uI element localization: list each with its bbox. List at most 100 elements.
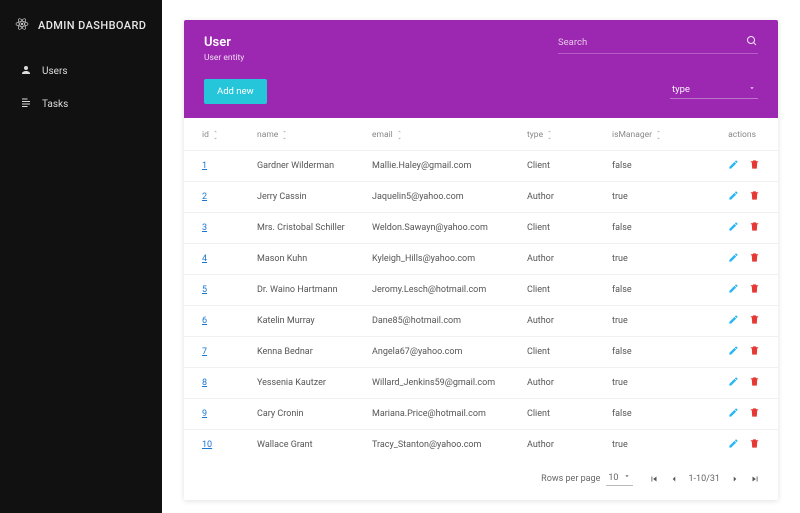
edit-icon[interactable] (728, 221, 739, 235)
id-link[interactable]: 7 (202, 347, 207, 357)
cell-id: 1 (202, 161, 257, 171)
cell-name: Kenna Bednar (257, 347, 372, 357)
edit-icon[interactable] (728, 252, 739, 266)
user-icon (20, 64, 32, 79)
id-link[interactable]: 4 (202, 254, 207, 264)
table-body: 1 Gardner WildermanMallie.Haley@gmail.com… (184, 150, 778, 460)
id-link[interactable]: 3 (202, 223, 207, 233)
edit-icon[interactable] (728, 345, 739, 359)
cell-name: Mrs. Cristobal Schiller (257, 223, 372, 233)
th-type[interactable]: type (527, 128, 612, 142)
rpp-select[interactable]: 10 (606, 472, 632, 486)
cell-name: Cary Cronin (257, 409, 372, 419)
cell-email: Willard_Jenkins59@gmail.com (372, 378, 527, 388)
sort-icon (281, 128, 288, 142)
cell-type: Client (527, 285, 612, 295)
delete-icon[interactable] (749, 159, 760, 173)
prev-page-button[interactable] (669, 474, 679, 484)
table-row: 5Dr. Waino HartmannJeromy.Lesch@hotmail.… (184, 274, 778, 305)
chevron-down-icon (623, 472, 631, 483)
search-input[interactable] (558, 35, 736, 50)
table-row: 7Kenna BednarAngela67@yahoo.comClientfal… (184, 336, 778, 367)
th-name[interactable]: name (257, 128, 372, 142)
id-link[interactable]: 5 (202, 285, 207, 295)
cell-ismanager: false (612, 161, 697, 171)
nav-item-label: Users (42, 66, 68, 77)
id-link[interactable]: 2 (202, 192, 207, 202)
type-filter-dropdown[interactable]: type (670, 84, 758, 99)
delete-icon[interactable] (749, 345, 760, 359)
cell-email: Weldon.Sawayn@yahoo.com (372, 223, 527, 233)
header-titles: User User entity (204, 35, 244, 63)
add-new-button[interactable]: Add new (204, 79, 267, 104)
card-header: User User entity Add new type (184, 20, 778, 118)
delete-icon[interactable] (749, 314, 760, 328)
delete-icon[interactable] (749, 190, 760, 204)
delete-icon[interactable] (749, 283, 760, 297)
table-row: 3 Mrs. Cristobal SchillerWeldon.Sawayn@ya… (184, 212, 778, 243)
nav-item-tasks[interactable]: Tasks (0, 88, 162, 121)
edit-icon[interactable] (728, 407, 739, 421)
brand: ADMIN DASHBOARD (0, 6, 162, 49)
sort-icon (546, 128, 553, 142)
id-link[interactable]: 9 (202, 409, 207, 419)
edit-icon[interactable] (728, 376, 739, 390)
cell-actions (697, 159, 760, 173)
rows-per-page: Rows per page 10 (541, 472, 632, 486)
cell-actions (697, 345, 760, 359)
page-subtitle: User entity (204, 53, 244, 63)
chevron-down-icon (748, 84, 756, 95)
cell-type: Author (527, 440, 612, 450)
cell-id: 9 (202, 409, 257, 419)
cell-actions (697, 221, 760, 235)
id-link[interactable]: 6 (202, 316, 207, 326)
table-header: id name email type isManager actions (184, 118, 778, 150)
last-page-button[interactable] (750, 474, 760, 484)
sort-icon (396, 128, 403, 142)
cell-email: Dane85@hotmail.com (372, 316, 527, 326)
card: User User entity Add new type (184, 20, 778, 500)
edit-icon[interactable] (728, 159, 739, 173)
page-range: 1-10/31 (689, 474, 721, 484)
table-row: 9Cary CroninMariana.Price@hotmail.comCli… (184, 398, 778, 429)
cell-ismanager: true (612, 316, 697, 326)
cell-email: Mallie.Haley@gmail.com (372, 161, 527, 171)
id-link[interactable]: 1 (202, 161, 207, 171)
type-filter-label: type (672, 84, 690, 95)
edit-icon[interactable] (728, 314, 739, 328)
th-email[interactable]: email (372, 128, 527, 142)
cell-ismanager: false (612, 347, 697, 357)
cell-type: Author (527, 254, 612, 264)
edit-icon[interactable] (728, 283, 739, 297)
page-title: User (204, 35, 244, 50)
id-link[interactable]: 10 (202, 440, 212, 450)
cell-ismanager: true (612, 440, 697, 450)
cell-type: Author (527, 192, 612, 202)
search-field[interactable] (558, 35, 758, 54)
sort-icon (655, 128, 662, 142)
delete-icon[interactable] (749, 376, 760, 390)
nav: Users Tasks (0, 49, 162, 127)
cell-actions (697, 314, 760, 328)
delete-icon[interactable] (749, 252, 760, 266)
th-id[interactable]: id (202, 128, 257, 142)
cell-name: Gardner Wilderman (257, 161, 372, 171)
table-row: 8 Yessenia KautzerWillard_Jenkins59@gmail… (184, 367, 778, 398)
cell-id: 5 (202, 285, 257, 295)
delete-icon[interactable] (749, 438, 760, 452)
next-page-button[interactable] (730, 474, 740, 484)
brand-title: ADMIN DASHBOARD (38, 19, 146, 32)
th-ismanager[interactable]: isManager (612, 128, 697, 142)
first-page-button[interactable] (649, 474, 659, 484)
sidebar: ADMIN DASHBOARD Users Tasks (0, 0, 162, 513)
id-link[interactable]: 8 (202, 378, 207, 388)
delete-icon[interactable] (749, 221, 760, 235)
cell-name: Yessenia Kautzer (257, 378, 372, 388)
delete-icon[interactable] (749, 407, 760, 421)
cell-ismanager: true (612, 192, 697, 202)
edit-icon[interactable] (728, 438, 739, 452)
cell-id: 4 (202, 254, 257, 264)
edit-icon[interactable] (728, 190, 739, 204)
cell-actions (697, 376, 760, 390)
nav-item-users[interactable]: Users (0, 55, 162, 88)
